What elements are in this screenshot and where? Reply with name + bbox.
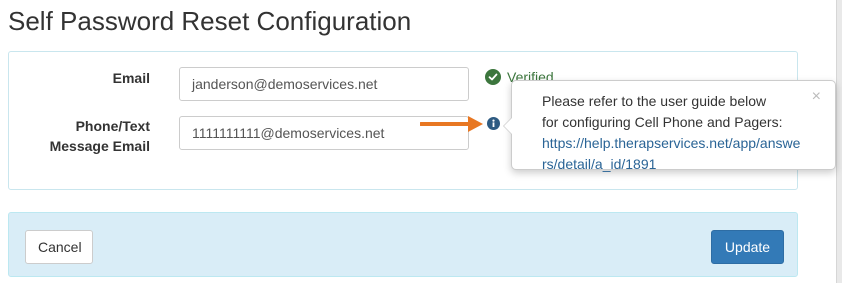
phone-label-line2: Message Email <box>49 138 150 154</box>
update-button[interactable]: Update <box>711 230 784 264</box>
annotation-arrow <box>420 116 483 132</box>
popover-caret <box>503 117 512 135</box>
phone-label: Phone/Text Message Email <box>30 116 150 156</box>
help-popover: × Please refer to the user guide below f… <box>503 80 836 172</box>
close-icon[interactable]: × <box>812 89 821 105</box>
page-title: Self Password Reset Configuration <box>8 6 412 36</box>
email-field[interactable]: janderson@demoservices.net <box>179 67 469 101</box>
action-bar: Cancel Update <box>8 212 798 277</box>
popover-text-line1: Please refer to the user guide below <box>542 93 767 109</box>
cancel-button[interactable]: Cancel <box>25 230 93 264</box>
popover-text-line2: for configuring Cell Phone and Pagers: <box>542 114 783 130</box>
user-guide-link[interactable]: https://help.therapservices.net/app/answ… <box>542 135 800 172</box>
email-label: Email <box>112 70 150 86</box>
check-circle-icon <box>485 69 501 85</box>
scrollbar[interactable] <box>836 0 842 283</box>
phone-label-line1: Phone/Text <box>75 118 150 134</box>
info-icon[interactable] <box>487 117 500 130</box>
